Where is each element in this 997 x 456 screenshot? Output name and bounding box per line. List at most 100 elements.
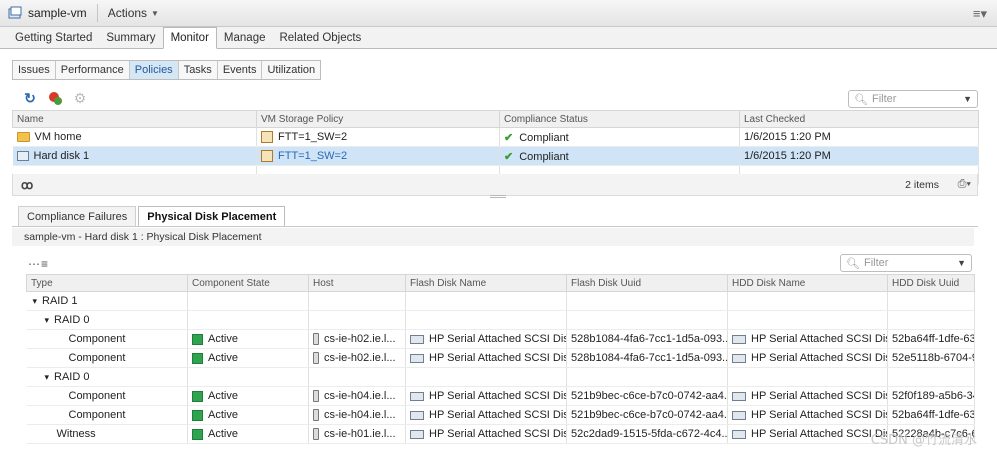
table-row[interactable]: Component Active cs-ie-h02.ie.l... HP Seria… <box>26 329 975 349</box>
row-type: RAID 0 <box>54 314 90 326</box>
subtab-issues[interactable]: Issues <box>13 61 56 79</box>
row-name: Hard disk 1 <box>33 150 90 162</box>
row-flash-uuid: 528b1084-4fa6-7cc1-1d5a-093... <box>566 329 728 349</box>
flash-cell <box>405 291 567 311</box>
row-flash: HP Serial Attached SCSI Dis... <box>429 352 567 364</box>
state-cell: Active <box>187 405 309 425</box>
active-status-icon <box>192 409 203 421</box>
reapply-policy-icon[interactable]: ⚙ <box>72 90 88 106</box>
col-hdd-disk-name[interactable]: HDD Disk Name <box>727 274 888 292</box>
actions-menu[interactable]: Actions ▼ <box>108 6 159 20</box>
row-flash-uuid <box>566 310 728 330</box>
flash-cell: HP Serial Attached SCSI Dis... <box>405 329 567 349</box>
filter-top[interactable]: 🔍︎ Filter ▼ <box>848 90 978 108</box>
tab-getting-started[interactable]: Getting Started <box>8 28 99 48</box>
flash-cell: HP Serial Attached SCSI Dis... <box>405 386 567 406</box>
col-component-state[interactable]: Component State <box>187 274 309 292</box>
hdd-cell <box>727 310 888 330</box>
breadcrumb: sample-vm - Hard disk 1 : Physical Disk … <box>12 228 974 246</box>
col-last-checked[interactable]: Last Checked <box>739 110 979 128</box>
col-flash-disk-name[interactable]: Flash Disk Name <box>405 274 567 292</box>
host-cell: cs-ie-h01.ie.l... <box>308 424 406 444</box>
subtab-utilization[interactable]: Utilization <box>262 61 320 79</box>
host-icon <box>313 428 319 441</box>
table-row[interactable]: VM home FTT=1_SW=2 ✔ Compliant 1/6/2015 1… <box>12 127 979 147</box>
host-cell: cs-ie-h04.ie.l... <box>308 405 406 425</box>
drive-icon <box>410 429 424 439</box>
table-row[interactable]: Hard disk 1 FTT=1_SW=2 ✔ Compliant 1/6/20… <box>12 146 979 166</box>
refresh-icon[interactable]: ↻ <box>22 90 38 106</box>
table-row[interactable]: Witness Active cs-ie-h01.ie.l... HP Serial … <box>26 424 975 444</box>
hdd-cell: HP Serial Attached SCSI Dis... <box>727 424 888 444</box>
col-hdd-disk-uuid[interactable]: HDD Disk Uuid <box>887 274 975 292</box>
expand-icon[interactable]: ▾ <box>33 296 38 306</box>
table-row[interactable]: ▾ RAID 0 <box>26 310 975 330</box>
subtab-tasks[interactable]: Tasks <box>179 61 218 79</box>
host-cell: cs-ie-h04.ie.l... <box>308 386 406 406</box>
host-cell <box>308 367 406 387</box>
watermark: CSDN @竹流清水 <box>870 433 977 448</box>
drive-icon <box>732 353 746 363</box>
hdd-cell: HP Serial Attached SCSI Dis... <box>727 329 888 349</box>
state-cell: Active <box>187 329 309 349</box>
view-toggle-icon[interactable]: ⋯≡ <box>28 257 49 271</box>
type-cell: Component <box>26 405 188 425</box>
table-header: Type Component State Host Flash Disk Nam… <box>26 274 975 292</box>
check-compliance-icon[interactable] <box>47 90 63 106</box>
host-icon <box>313 352 319 365</box>
col-storage-policy[interactable]: VM Storage Policy <box>256 110 500 128</box>
row-hdd-uuid: 52f0f189-a5b6-344 <box>887 386 975 406</box>
expand-icon[interactable]: ▾ <box>45 315 50 325</box>
type-cell: ▾ RAID 0 <box>26 310 188 330</box>
tab-compliance-failures[interactable]: Compliance Failures <box>18 206 137 227</box>
table-row[interactable]: Component Active cs-ie-h04.ie.l... HP Seria… <box>26 386 975 406</box>
chevron-down-icon: ▼ <box>151 8 159 18</box>
filter-bottom-placeholder: Filter <box>863 257 889 269</box>
col-host[interactable]: Host <box>308 274 406 292</box>
row-flash: HP Serial Attached SCSI Dis... <box>429 428 567 440</box>
state-cell <box>187 291 309 311</box>
tab-related-objects[interactable]: Related Objects <box>272 28 368 48</box>
state-cell <box>187 367 309 387</box>
col-name[interactable]: Name <box>12 110 257 128</box>
list-menu-icon[interactable]: ≡▾ <box>973 6 987 22</box>
export-icon[interactable]: ⎙▾ <box>958 178 971 191</box>
tab-manage[interactable]: Manage <box>217 28 273 48</box>
row-status: Compliant <box>519 150 569 163</box>
policy-cell: FTT=1_SW=2 <box>256 146 500 166</box>
placement-table: Type Component State Host Flash Disk Nam… <box>26 274 975 444</box>
hdd-cell <box>727 367 888 387</box>
vm-icon <box>8 6 22 20</box>
table-row[interactable]: ▾ RAID 0 <box>26 367 975 387</box>
tab-physical-disk-placement[interactable]: Physical Disk Placement <box>138 206 286 227</box>
state-cell: Active <box>187 348 309 368</box>
name-cell: VM home <box>12 127 257 147</box>
col-type[interactable]: Type <box>26 274 188 292</box>
flash-cell <box>405 367 567 387</box>
expand-icon[interactable]: ▾ <box>45 372 50 382</box>
binoculars-icon[interactable]: ꝏ <box>21 178 33 192</box>
filter-bottom[interactable]: 🔍︎ Filter ▼ <box>840 254 972 272</box>
row-type: RAID 1 <box>42 295 78 307</box>
splitter-handle[interactable] <box>490 195 506 198</box>
subtab-events[interactable]: Events <box>218 61 263 79</box>
host-cell: cs-ie-h02.ie.l... <box>308 329 406 349</box>
tab-monitor[interactable]: Monitor <box>162 27 217 49</box>
policy-link[interactable]: FTT=1_SW=2 <box>278 150 347 162</box>
table-row[interactable]: Component Active cs-ie-h04.ie.l... HP Seria… <box>26 405 975 425</box>
table-row[interactable]: Component Active cs-ie-h02.ie.l... HP Seria… <box>26 348 975 368</box>
tab-summary[interactable]: Summary <box>99 28 162 48</box>
actions-label: Actions <box>107 6 148 20</box>
detail-tabs: Compliance Failures Physical Disk Placem… <box>18 205 287 227</box>
subtab-performance[interactable]: Performance <box>56 61 130 79</box>
row-state: Active <box>208 428 238 440</box>
col-flash-disk-uuid[interactable]: Flash Disk Uuid <box>566 274 728 292</box>
type-cell: ▾ RAID 0 <box>26 367 188 387</box>
policy-cell: FTT=1_SW=2 <box>256 127 500 147</box>
table-row[interactable]: ▾ RAID 1 <box>26 291 975 311</box>
chevron-down-icon[interactable]: ▼ <box>957 258 966 268</box>
row-hdd-uuid <box>887 367 975 387</box>
subtab-policies[interactable]: Policies <box>129 61 179 79</box>
chevron-down-icon[interactable]: ▼ <box>963 94 972 104</box>
col-compliance-status[interactable]: Compliance Status <box>499 110 740 128</box>
